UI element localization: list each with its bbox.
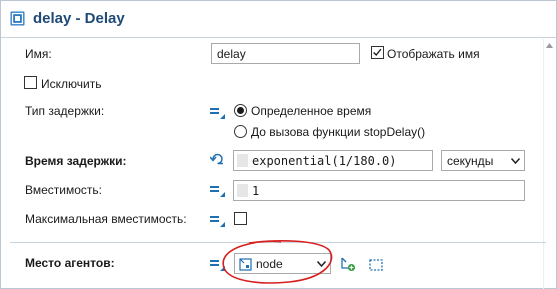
delay-time-input[interactable]: exponential(1/180.0): [233, 150, 433, 171]
show-name-checkbox[interactable]: [371, 46, 384, 59]
panel-header: delay - Delay: [1, 1, 556, 38]
agent-location-label: Место агентов:: [25, 256, 115, 270]
radio-selected-dot: [237, 107, 244, 114]
delay-type-option-stopdelay[interactable]: До вызова функции stopDelay(): [251, 125, 425, 139]
properties-panel: delay - Delay Имя: delay Отображать имя …: [0, 0, 557, 289]
delay-time-label: Время задержки:: [25, 154, 127, 168]
show-name-label: Отображать имя: [387, 47, 480, 61]
static-param-icon[interactable]: [210, 214, 225, 227]
delay-type-radio-stopdelay[interactable]: [234, 125, 247, 138]
delay-time-unit-value: секунды: [447, 154, 494, 168]
max-capacity-label: Максимальная вместимость:: [25, 212, 187, 226]
name-input[interactable]: delay: [211, 43, 360, 64]
delay-type-label: Тип задержки:: [25, 104, 105, 118]
panel-title: delay - Delay: [33, 10, 125, 27]
static-param-icon[interactable]: [210, 184, 225, 197]
scroll-up-icon[interactable]: [546, 43, 553, 48]
capacity-input[interactable]: 1: [233, 180, 525, 201]
create-node-icon[interactable]: [340, 256, 356, 272]
scrollbar[interactable]: [543, 39, 556, 289]
delay-block-icon: [10, 11, 25, 26]
highlight-annotation: [222, 240, 333, 284]
code-gutter: [237, 154, 248, 167]
delay-time-value: exponential(1/180.0): [252, 154, 397, 168]
exclude-label: Исключить: [41, 77, 102, 91]
capacity-value: 1: [252, 184, 260, 198]
dynamic-param-icon[interactable]: [210, 153, 225, 166]
name-label: Имя:: [25, 47, 52, 61]
max-capacity-checkbox[interactable]: [234, 212, 247, 225]
chevron-down-icon: [511, 158, 520, 164]
capacity-label: Вместимость:: [25, 183, 102, 197]
delay-type-option-fixed[interactable]: Определенное время: [251, 104, 371, 118]
static-param-icon[interactable]: [210, 106, 225, 119]
delay-type-radio-fixed[interactable]: [234, 104, 247, 117]
select-node-icon[interactable]: [368, 257, 384, 273]
exclude-checkbox[interactable]: [24, 76, 37, 89]
delay-time-unit-select[interactable]: секунды: [441, 150, 525, 171]
checkmark-icon: [373, 48, 382, 57]
code-gutter: [237, 184, 248, 197]
